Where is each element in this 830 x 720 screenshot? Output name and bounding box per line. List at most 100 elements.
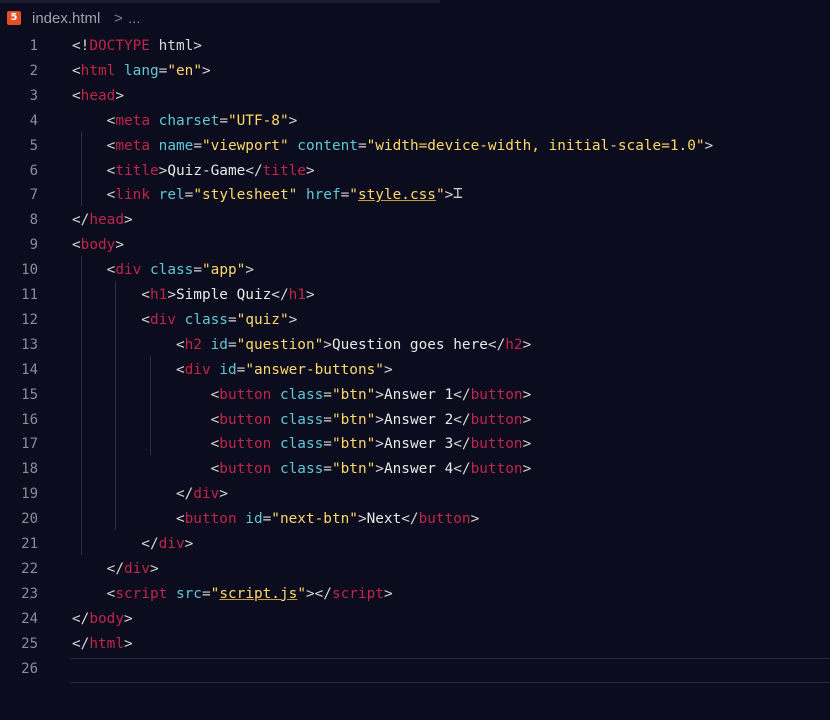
code-line[interactable]: </html>: [72, 632, 133, 657]
code-token: ></: [305, 585, 332, 602]
code-token: >: [115, 87, 124, 104]
code-line[interactable]: <title>Quiz-Game</title>: [72, 159, 315, 184]
line-number: 4: [29, 112, 38, 129]
code-token: class: [279, 461, 324, 478]
code-token: </: [401, 511, 419, 528]
code-token: button: [219, 386, 272, 403]
code-line[interactable]: <h1>Simple Quiz</h1>: [72, 283, 315, 308]
code-token: "width=device-width, initial-scale=1.0": [366, 137, 705, 154]
code-token: >: [522, 411, 532, 428]
line-number: 22: [21, 560, 38, 577]
code-editor[interactable]: 1 2 3 4 5 6 7 8 9 10 11 12 13 14 15 16 17 18 19 20 21 22 23 24 2…: [0, 34, 830, 720]
code-token: =: [323, 386, 332, 403]
breadcrumb-symbols[interactable]: ...: [128, 10, 141, 27]
code-token: >: [123, 610, 133, 627]
code-token: <: [72, 162, 116, 179]
code-token: charset: [158, 112, 220, 129]
code-token: =: [193, 262, 202, 279]
code-token: button: [470, 386, 523, 403]
code-token: "stylesheet": [193, 187, 298, 204]
code-token: >: [704, 137, 714, 154]
code-line[interactable]: </div>: [72, 482, 228, 507]
code-line[interactable]: </body>: [72, 607, 133, 632]
line-number: 8: [29, 212, 38, 229]
code-token: "btn": [331, 386, 376, 403]
code-token: title: [115, 162, 159, 179]
file-link[interactable]: style.css: [358, 187, 436, 203]
current-line-highlight: [70, 658, 830, 683]
code-token: button: [219, 461, 272, 478]
code-line[interactable]: <meta charset="UTF-8">: [72, 109, 298, 134]
code-line[interactable]: <div class="app">: [72, 258, 254, 283]
code-line[interactable]: <button class="btn">Answer 2</button>: [72, 408, 532, 433]
code-token: </: [72, 610, 90, 627]
code-line[interactable]: </div>: [72, 532, 193, 557]
code-line[interactable]: <meta name="viewport" content="width=dev…: [72, 134, 714, 159]
code-token: =: [262, 511, 272, 528]
indent-guide: [115, 281, 117, 530]
indent-guide: [80, 131, 82, 207]
code-line[interactable]: <head>: [72, 84, 124, 109]
code-token: </: [271, 287, 289, 303]
code-token: </: [453, 411, 471, 428]
code-token: >: [375, 411, 384, 428]
code-token: <: [72, 336, 185, 353]
code-line[interactable]: <button class="btn">Answer 1</button>: [72, 383, 532, 408]
code-token: head: [80, 87, 116, 104]
code-token: <: [72, 311, 150, 328]
code-token: >: [123, 212, 133, 229]
code-line[interactable]: <button id="next-btn">Next</button>: [72, 507, 479, 532]
code-line[interactable]: </div>: [72, 557, 159, 582]
code-token: =: [323, 411, 332, 428]
code-token: >: [375, 436, 384, 453]
code-line[interactable]: <h2 id="question">Question goes here</h2…: [72, 333, 531, 358]
line-number: 6: [29, 162, 38, 179]
code-token: class: [279, 386, 324, 403]
code-token: body: [80, 237, 116, 254]
code-line[interactable]: <div class="quiz">: [72, 308, 297, 333]
code-token: h1: [149, 287, 168, 303]
code-line[interactable]: <script src="script.js"></script>: [72, 582, 393, 607]
code-line[interactable]: <button class="btn">Answer 3</button>: [72, 432, 532, 457]
breadcrumb-bar: 5 index.html > ...: [0, 0, 830, 36]
code-token: <: [72, 461, 220, 478]
code-line[interactable]: <button class="btn">Answer 4</button>: [72, 457, 532, 482]
code-token: =: [340, 187, 350, 204]
code-line[interactable]: <div id="answer-buttons">: [72, 358, 393, 383]
code-token: div: [123, 560, 150, 577]
code-token: >: [522, 386, 532, 403]
line-number: 17: [21, 436, 38, 453]
code-token: "question": [236, 336, 324, 353]
code-line[interactable]: <html lang="en">: [72, 59, 211, 84]
line-number: 1: [29, 38, 38, 54]
indent-guide: [80, 256, 82, 555]
code-token: <: [72, 87, 81, 104]
code-line[interactable]: <body>: [72, 233, 124, 258]
code-token: >: [305, 287, 315, 303]
file-link[interactable]: script.js: [219, 586, 297, 602]
code-token: href: [305, 187, 341, 204]
breadcrumb-file-name[interactable]: index.html: [32, 10, 100, 27]
code-token: "btn": [331, 436, 376, 453]
code-token: h2: [184, 336, 202, 353]
code-token: </: [453, 461, 471, 478]
code-token: src: [175, 585, 202, 602]
line-number: 10: [21, 262, 38, 279]
code-line[interactable]: <!DOCTYPE html>: [72, 34, 202, 59]
code-token: class: [279, 411, 324, 428]
line-number: 20: [21, 511, 38, 528]
code-token: id: [210, 336, 228, 353]
code-token: <: [72, 287, 150, 303]
code-token: id: [245, 511, 263, 528]
code-token: button: [219, 436, 272, 453]
code-line[interactable]: </head>: [72, 208, 133, 233]
code-token: </: [72, 560, 124, 577]
code-token: </: [72, 635, 90, 652]
code-token: </: [72, 212, 90, 229]
code-line[interactable]: <link rel="stylesheet" href="style.css">: [72, 183, 454, 208]
